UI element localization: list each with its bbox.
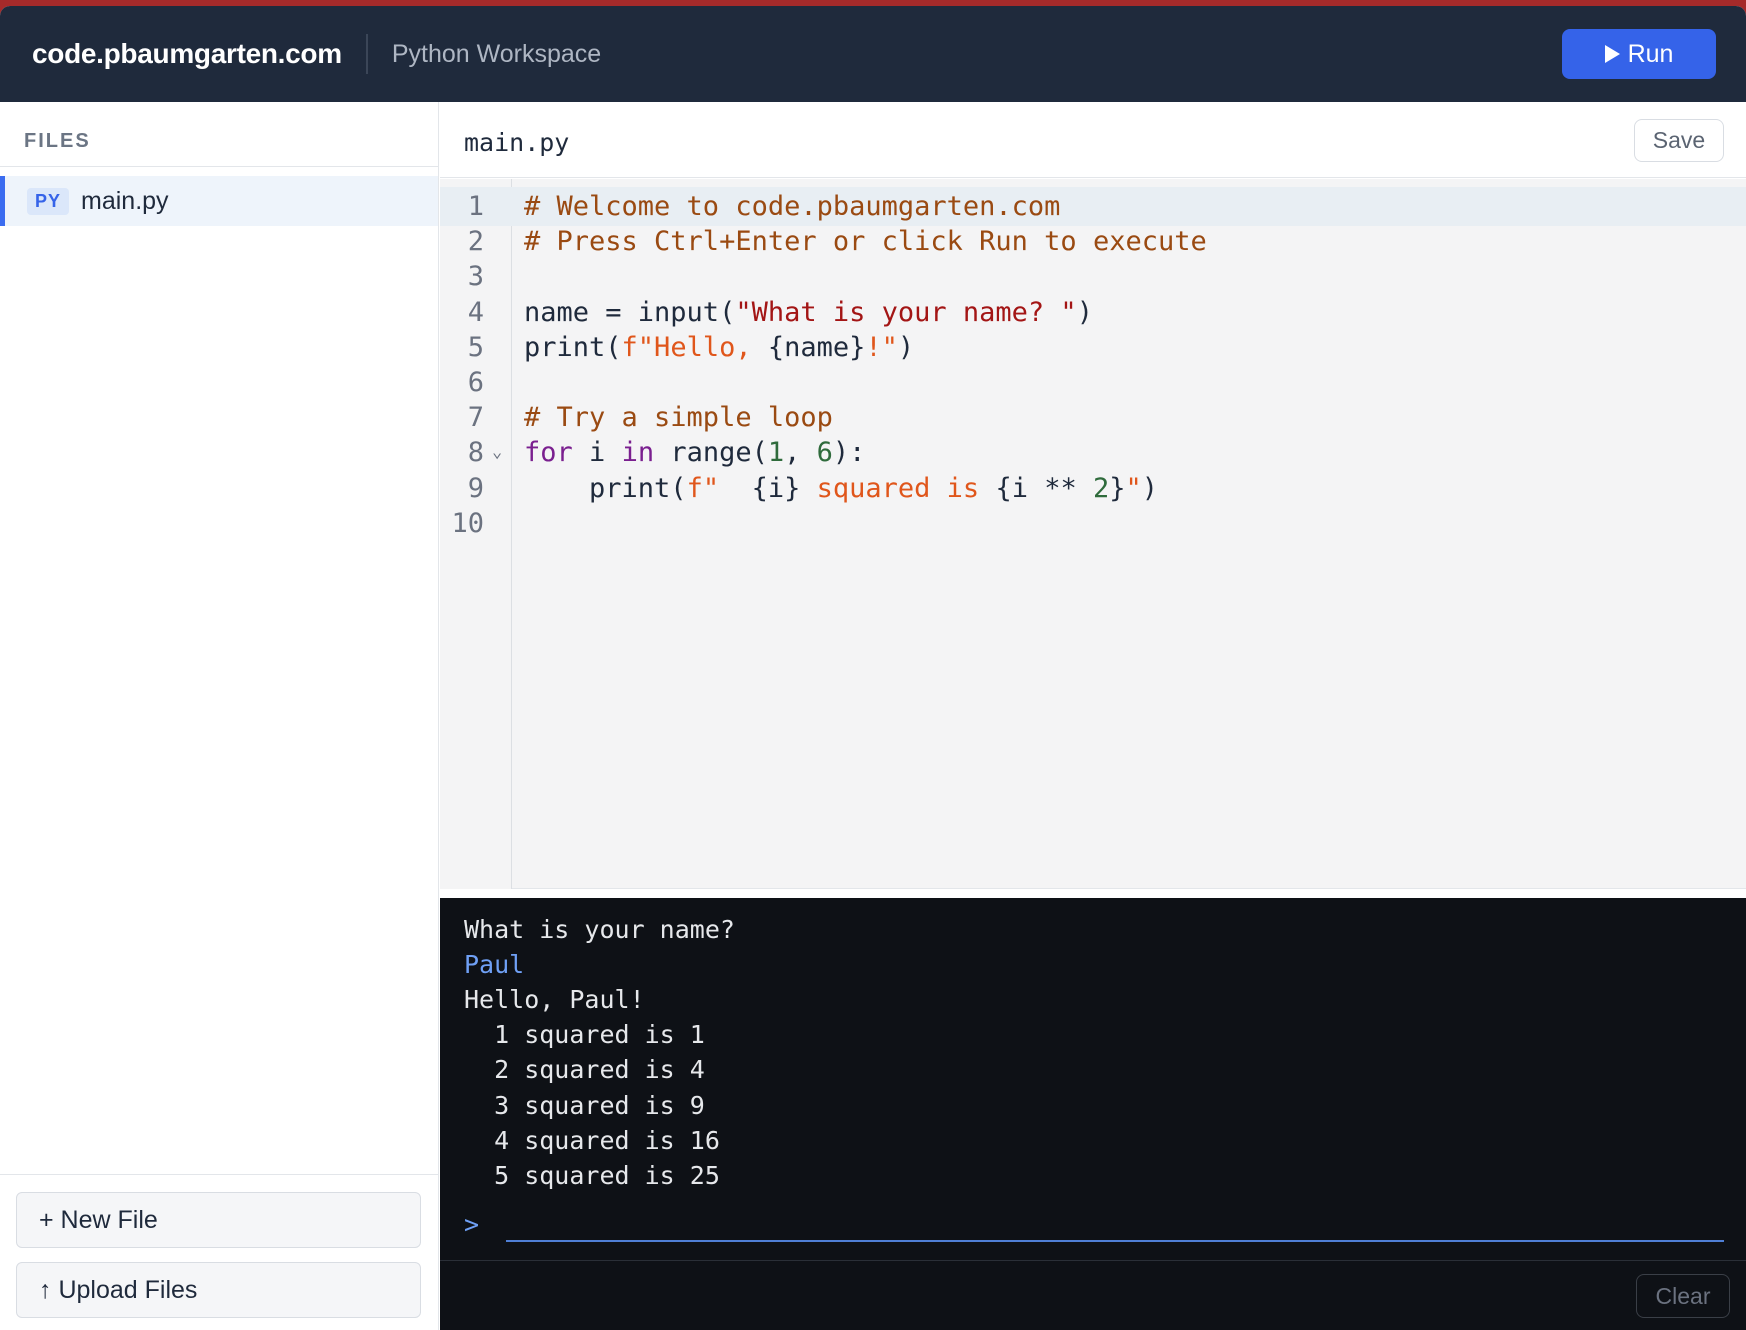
code-line: 9 print(f" {i} squared is {i ** 2}") [440,469,1746,508]
line-number: 10 [451,507,484,539]
code-token: f" [686,472,752,504]
code-token: print( [524,472,687,504]
line-number: 8 [467,437,484,469]
run-button-label: Run [1627,39,1674,68]
code-token: " [1125,472,1142,504]
code-text: # Press Ctrl+Enter or click Run to execu… [524,222,1207,261]
code-line: 4 name = input("What is your name? ") [440,293,1746,332]
code-token: "What is your name? " [735,296,1077,328]
terminal-line: 1 squared is 1 [464,1020,705,1050]
play-icon [1604,45,1620,63]
code-token: } [1109,472,1126,504]
file-sidebar: FILES PY main.py + New File ↑ Upload Fil… [0,102,439,1330]
code-token: {i} [751,472,801,504]
top-bar: code.pbaumgarten.com Python Workspace Ru… [0,6,1746,102]
terminal-line: What is your name? [464,915,735,944]
code-token: in [621,437,655,469]
code-text: print(f"Hello, {name}!") [524,328,914,367]
run-button[interactable]: Run [1562,29,1716,79]
divider [0,166,439,167]
code-text: name = input("What is your name? ") [524,293,1093,332]
code-text: # Welcome to code.pbaumgarten.com [524,187,1060,226]
divider [440,1260,1746,1261]
code-editor[interactable]: 1 # Welcome to code.pbaumgarten.com 2 # Pre… [440,179,1746,889]
python-file-badge: PY [27,187,70,215]
code-token: {i ** [995,472,1093,504]
code-token: print( [524,331,622,363]
code-line: 7 # Try a simple loop [440,398,1746,437]
code-text: print(f" {i} squared is {i ** 2}") [524,469,1158,508]
line-number: 9 [467,472,484,504]
code-token: ): [832,437,866,469]
upload-files-button[interactable]: ↑ Upload Files [16,1262,421,1318]
code-token: ) [897,331,915,363]
workspace-title: Python Workspace [391,39,602,68]
code-token: i [572,437,622,469]
divider [0,1174,439,1175]
code-line: 2 # Press Ctrl+Enter or click Run to exec… [440,222,1746,261]
code-token: 1 [767,437,785,469]
header-divider [365,34,368,74]
clear-button[interactable]: Clear [1636,1274,1730,1318]
code-token: {name} [767,331,866,363]
files-heading: FILES [24,130,91,152]
line-number: 1 [467,191,484,222]
editor-tab-bar: main.py Save [440,102,1746,178]
code-token: # Press Ctrl+Enter or click Run to execu… [524,226,1207,258]
line-number: 2 [467,226,484,258]
code-token: # Welcome to code.pbaumgarten.com [524,191,1061,222]
code-token: !" [865,331,898,363]
terminal-line: 5 squared is 25 [464,1160,720,1190]
terminal-user-input: Paul [464,950,525,980]
code-token: # Try a simple loop [524,402,833,434]
code-token: ) [1141,472,1159,504]
file-name: main.py [81,186,169,215]
code-line: 10 [440,504,1746,543]
line-number: 7 [467,402,484,434]
brand-title[interactable]: code.pbaumgarten.com [32,38,342,70]
terminal-input[interactable] [506,1202,1724,1242]
code-token: squared is [800,472,996,504]
code-text: # Try a simple loop [524,398,833,437]
line-number: 5 [467,331,484,363]
line-number: 3 [467,261,484,293]
editor-area: main.py Save 1 # Welcome to code.pbaumgar… [440,102,1746,1330]
terminal-line: Hello, Paul! [464,985,645,1015]
code-line: 8 ⌄ for i in range(1, 6): [440,433,1746,472]
line-number: 4 [467,296,484,328]
prompt-caret: > [464,1210,480,1239]
code-token: f"Hello, [621,331,768,363]
chevron-down-icon[interactable]: ⌄ [492,433,502,472]
file-item-main-py[interactable]: PY main.py [0,176,438,226]
code-line: 1 # Welcome to code.pbaumgarten.com [440,187,1746,226]
new-file-button[interactable]: + New File [16,1192,421,1248]
terminal-line: 3 squared is 9 [464,1090,705,1120]
code-line: 5 print(f"Hello, {name}!") [440,328,1746,367]
code-text: for i in range(1, 6): [524,433,865,472]
app-window: code.pbaumgarten.com Python Workspace Ru… [0,6,1746,1330]
open-file-name: main.py [464,128,570,157]
code-token: range( [654,437,768,469]
code-token: for [524,437,573,469]
code-line: 6 [440,363,1746,402]
terminal-line: 4 squared is 16 [464,1125,720,1155]
code-line: 3 [440,257,1746,296]
save-button[interactable]: Save [1634,119,1724,162]
terminal-output: > Clear What is your name? Paul Hello, Pau… [440,898,1746,1330]
code-token: name = input( [524,296,736,328]
terminal-line: 2 squared is 4 [464,1055,705,1085]
code-token: 6 [816,437,833,469]
code-token: ) [1076,296,1093,328]
code-token: 2 [1093,472,1110,504]
code-token: , [784,437,817,469]
line-number: 6 [467,367,484,398]
